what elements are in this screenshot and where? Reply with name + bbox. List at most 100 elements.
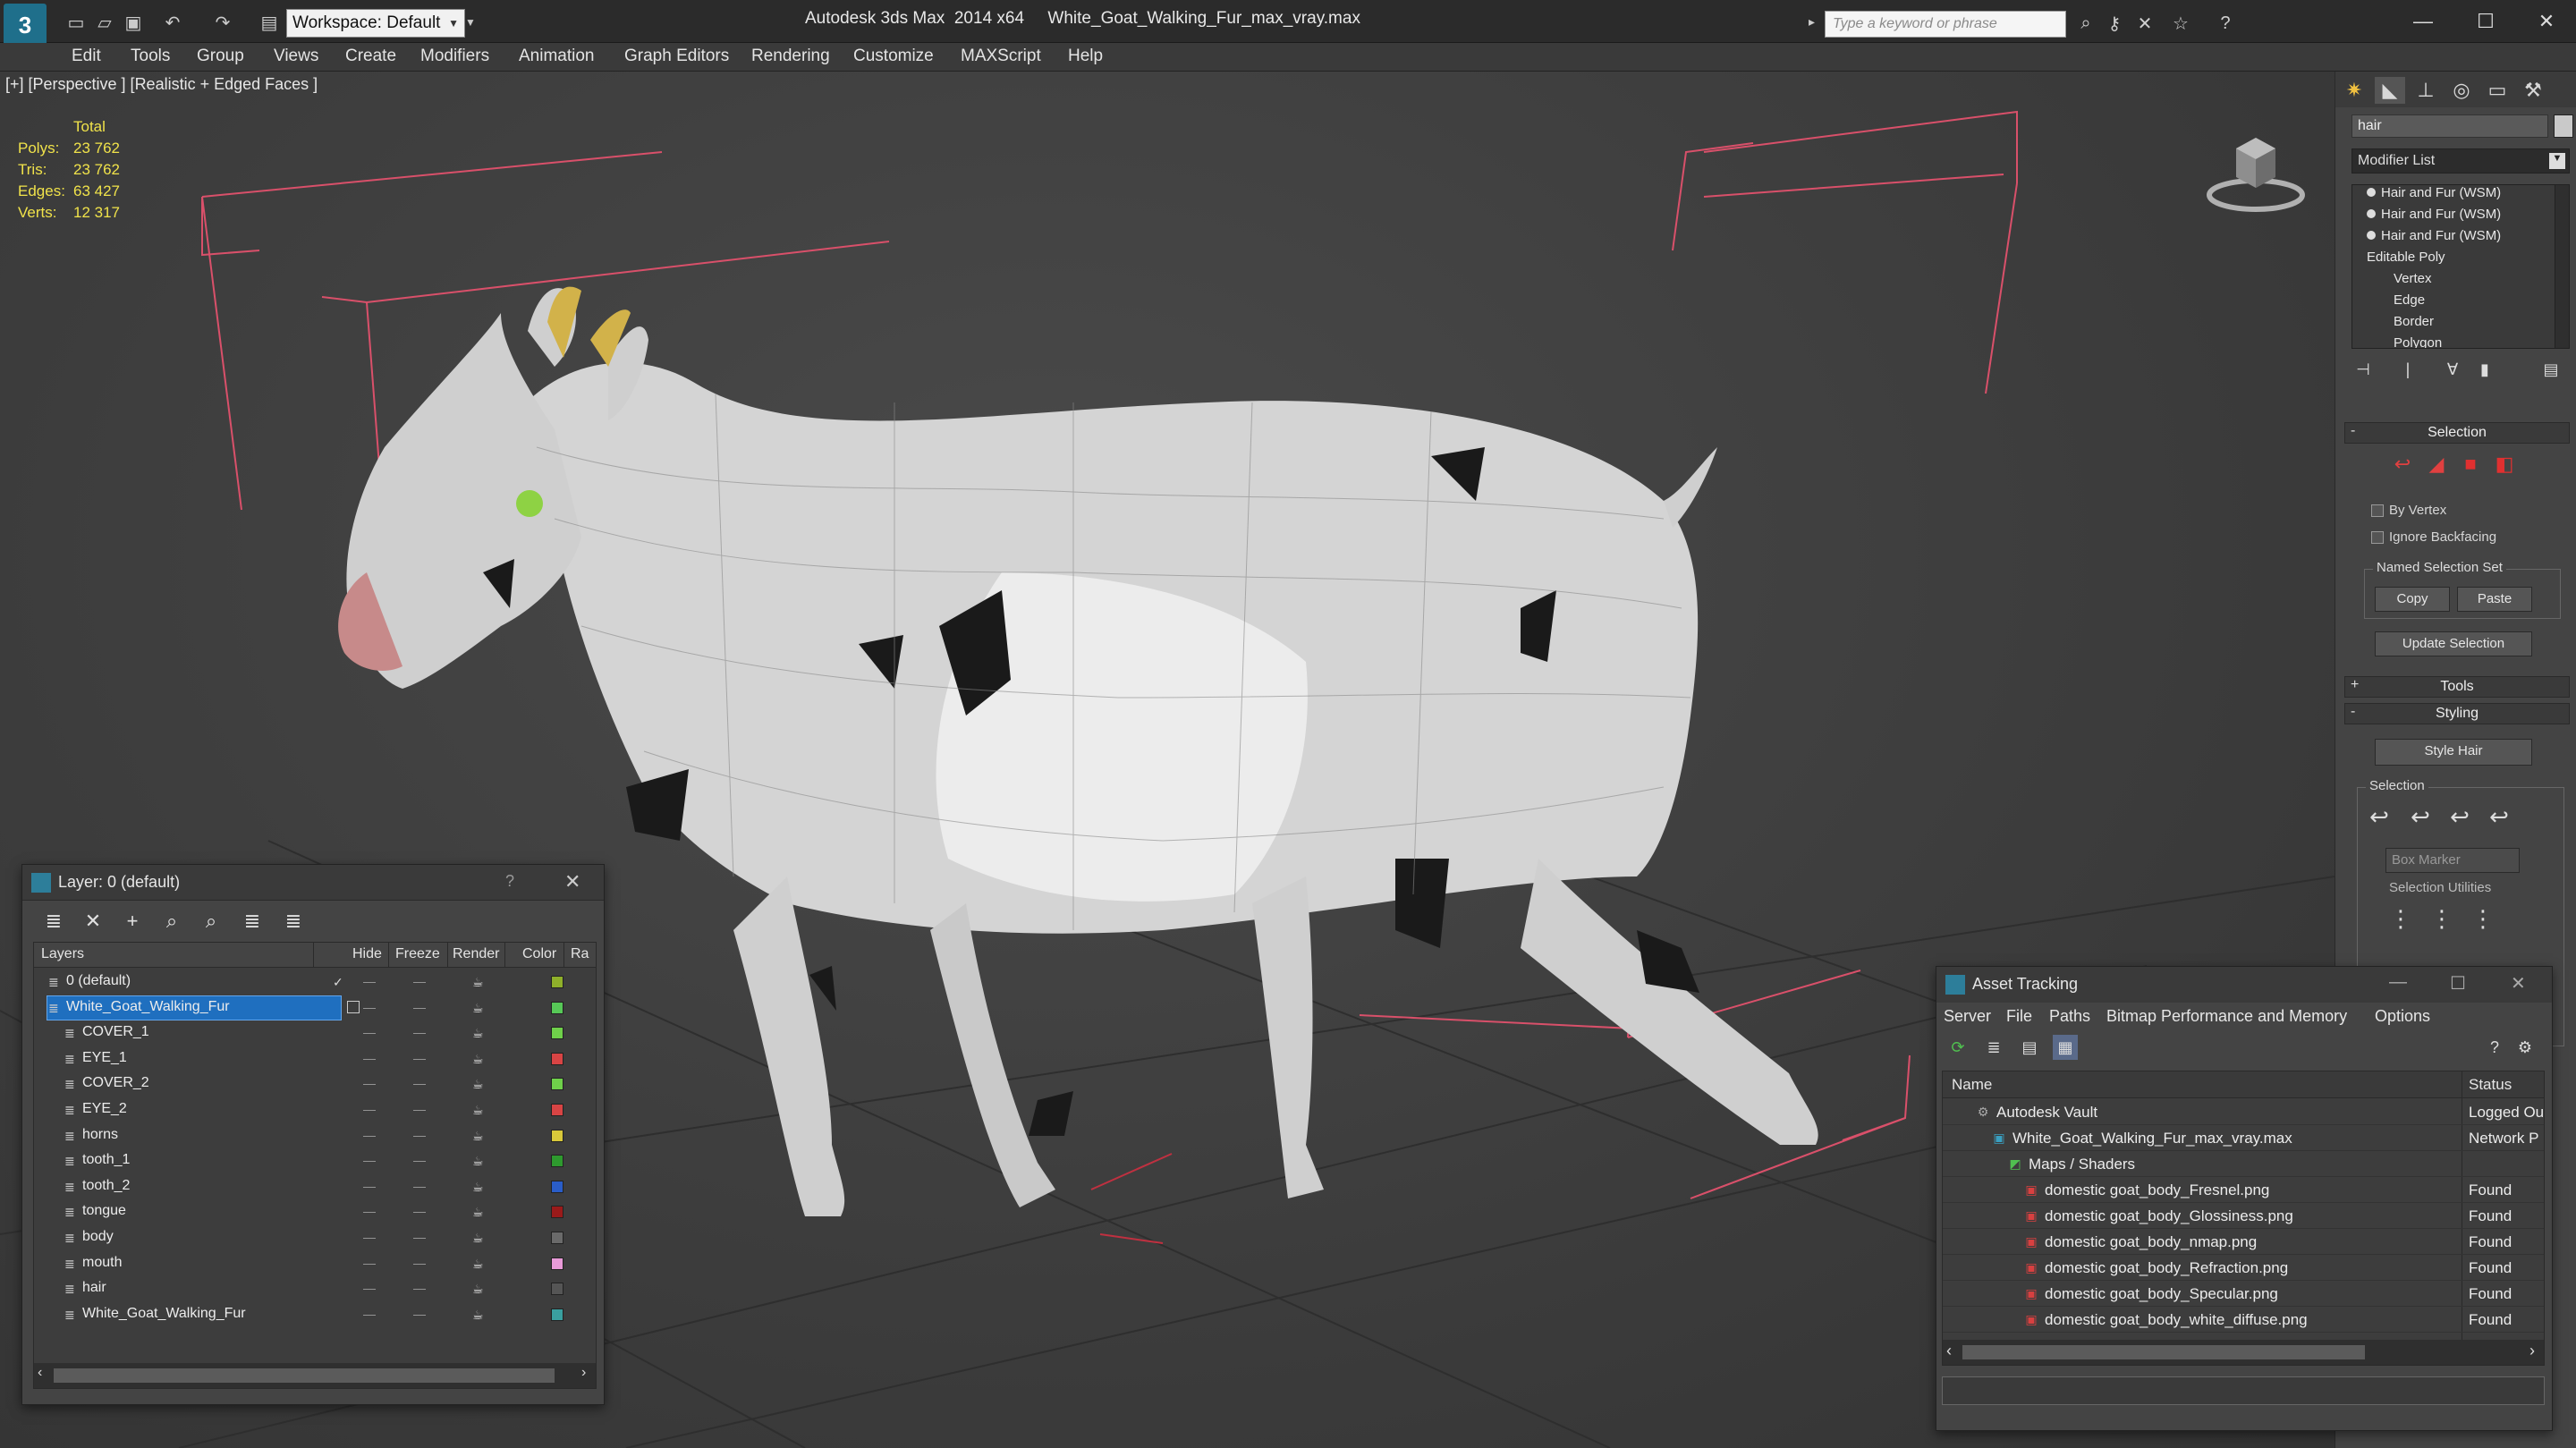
object-name-field[interactable]: hair [2351,114,2548,138]
highlight-layer-icon[interactable]: ⌕ [198,908,225,935]
layer-color-swatch[interactable] [551,1232,564,1244]
asset-row[interactable]: ⚙ Autodesk Vault Logged Ou [1943,1100,2544,1125]
pin-stack-icon[interactable]: ⊣ [2351,358,2375,381]
menu-graph-editors[interactable]: Graph Editors [624,47,729,66]
minimize-icon[interactable]: — [2401,5,2445,38]
asset-row[interactable]: ▣ White_Goat_Walking_Fur_max_vray.max Netw… [1943,1126,2544,1151]
refresh-icon[interactable]: ⟳ [1945,1035,1970,1060]
menu-modifiers[interactable]: Modifiers [420,47,489,66]
menu-group[interactable]: Group [197,47,244,66]
viewcube-icon[interactable] [2202,122,2309,220]
hide-toggle[interactable]: — [363,1000,376,1014]
asset-horizontal-scrollbar[interactable]: ‹ › [1943,1340,2544,1365]
hide-toggle[interactable]: — [363,1307,376,1321]
help-icon[interactable]: ? [2213,11,2238,36]
layer-color-swatch[interactable] [551,976,564,988]
col-render[interactable]: Render [453,946,499,962]
layer-color-swatch[interactable] [551,1308,564,1321]
render-teapot-icon[interactable]: ☕ [472,1129,485,1143]
layer-color-swatch[interactable] [551,1180,564,1193]
current-layer-box-icon[interactable] [347,1000,360,1013]
layer-row[interactable]: ≣ body — — ☕ [34,1225,596,1250]
undo-icon[interactable]: ↶ [161,11,184,34]
col-layers[interactable]: Layers [41,946,84,962]
layer-color-swatch[interactable] [551,1129,564,1142]
table-view-icon[interactable]: ▦ [2053,1035,2078,1060]
hide-toggle[interactable]: — [363,1256,376,1270]
menu-paths[interactable]: Paths [2049,1007,2090,1026]
by-vertex-checkbox[interactable]: By Vertex [2371,503,2446,518]
redo-icon[interactable]: ↷ [211,11,234,34]
styling-rollout[interactable]: - Styling [2344,703,2570,724]
stack-item[interactable]: Hair and Fur (WSM) [2352,207,2501,228]
asset-row[interactable]: ▣ domestic goat_body_Glossiness.png Found [1943,1204,2544,1229]
freeze-toggle[interactable]: — [413,1179,426,1193]
menu-rendering[interactable]: Rendering [751,47,830,66]
scroll-thumb[interactable] [54,1368,555,1383]
hair-guide-select-icon[interactable]: ↩ [2389,451,2416,478]
col-radiosity[interactable]: Ra [571,946,589,962]
hide-toggle[interactable]: — [363,1076,376,1090]
stack-item[interactable]: Editable Poly [2352,250,2445,271]
layer-dialog-titlebar[interactable]: Layer: 0 (default) ? ✕ [22,865,604,901]
render-teapot-icon[interactable]: ☕ [472,1282,485,1296]
layer-row[interactable]: ≣ 0 (default) ✓ — — ☕ [34,970,596,995]
menu-file[interactable]: File [2006,1007,2032,1026]
rotate-selection-icon[interactable]: ⋮ [2428,905,2455,932]
menu-tools[interactable]: Tools [131,47,170,66]
layer-color-swatch[interactable] [551,1257,564,1270]
minimize-icon[interactable]: — [2389,972,2407,993]
open-file-icon[interactable]: ▱ [93,11,116,34]
close-icon[interactable]: ✕ [2511,972,2526,995]
freeze-toggle[interactable]: — [413,1128,426,1142]
polygon-select-icon[interactable]: ■ [2457,451,2484,478]
freeze-toggle[interactable]: — [413,1076,426,1090]
layer-row[interactable]: ≣ COVER_2 — — ☕ [34,1071,596,1097]
motion-tab-icon[interactable]: ◎ [2446,77,2477,104]
select-guide-vertices-icon[interactable]: ↩ [2446,803,2473,830]
hide-all-layers-icon[interactable]: ≣ [239,908,266,935]
modifier-list-dropdown[interactable]: Modifier List ▼ [2351,148,2570,174]
copy-button[interactable]: Copy [2375,587,2450,612]
hide-toggle[interactable]: — [363,1102,376,1116]
scroll-left-icon[interactable]: ‹ [38,1365,42,1381]
update-selection-button[interactable]: Update Selection [2375,631,2532,656]
layer-row[interactable]: ≣ White_Goat_Walking_Fur — — ☕ [34,1302,596,1327]
menu-animation[interactable]: Animation [519,47,595,66]
layer-color-swatch[interactable] [551,1104,564,1116]
layer-color-swatch[interactable] [551,1078,564,1091]
hide-toggle[interactable]: — [363,1153,376,1167]
layer-row[interactable]: ≣ tongue — — ☕ [34,1199,596,1224]
tools-rollout[interactable]: + Tools [2344,676,2570,698]
tree-view-icon[interactable]: ▤ [2017,1035,2042,1060]
create-tab-icon[interactable]: ✷ [2339,77,2369,104]
remove-modifier-icon[interactable]: ▮ [2473,358,2496,381]
make-unique-icon[interactable]: ∀ [2441,358,2464,381]
hide-toggle[interactable]: — [363,1025,376,1039]
asset-row[interactable]: ◩ Maps / Shaders [1943,1152,2544,1177]
app-logo-icon[interactable]: 3 [4,4,47,47]
hierarchy-tab-icon[interactable]: ⊥ [2411,77,2441,104]
search-expand-icon[interactable]: ▸ [1809,14,1815,30]
freeze-toggle[interactable]: — [413,1102,426,1116]
configure-sets-icon[interactable]: ▤ [2539,358,2563,381]
expand-selection-icon[interactable]: ⋮ [2470,905,2496,932]
binoculars-icon[interactable]: ⌕ [2073,11,2098,36]
layer-color-swatch[interactable] [551,1283,564,1296]
col-freeze[interactable]: Freeze [395,946,440,962]
utilities-tab-icon[interactable]: ⚒ [2518,77,2548,104]
ignore-backfacing-checkbox[interactable]: Ignore Backfacing [2371,529,2496,545]
invert-selection-icon[interactable]: ⋮ [2387,905,2414,932]
menu-options[interactable]: Options [2375,1007,2430,1026]
asset-row[interactable]: ▣ domestic goat_body_Specular.png Found [1943,1282,2544,1307]
style-hair-button[interactable]: Style Hair [2375,739,2532,766]
layer-color-swatch[interactable] [551,1027,564,1040]
face-select-icon[interactable]: ◢ [2423,451,2450,478]
modify-tab-icon[interactable]: ◣ [2375,77,2405,104]
freeze-toggle[interactable]: — [413,1153,426,1167]
menu-bitmap-performance[interactable]: Bitmap Performance and Memory [2106,1007,2347,1026]
render-teapot-icon[interactable]: ☕ [472,1154,485,1168]
freeze-all-layers-icon[interactable]: ≣ [280,908,307,935]
layer-row[interactable]: ≣ tooth_2 — — ☕ [34,1174,596,1199]
hide-toggle[interactable]: — [363,1128,376,1142]
